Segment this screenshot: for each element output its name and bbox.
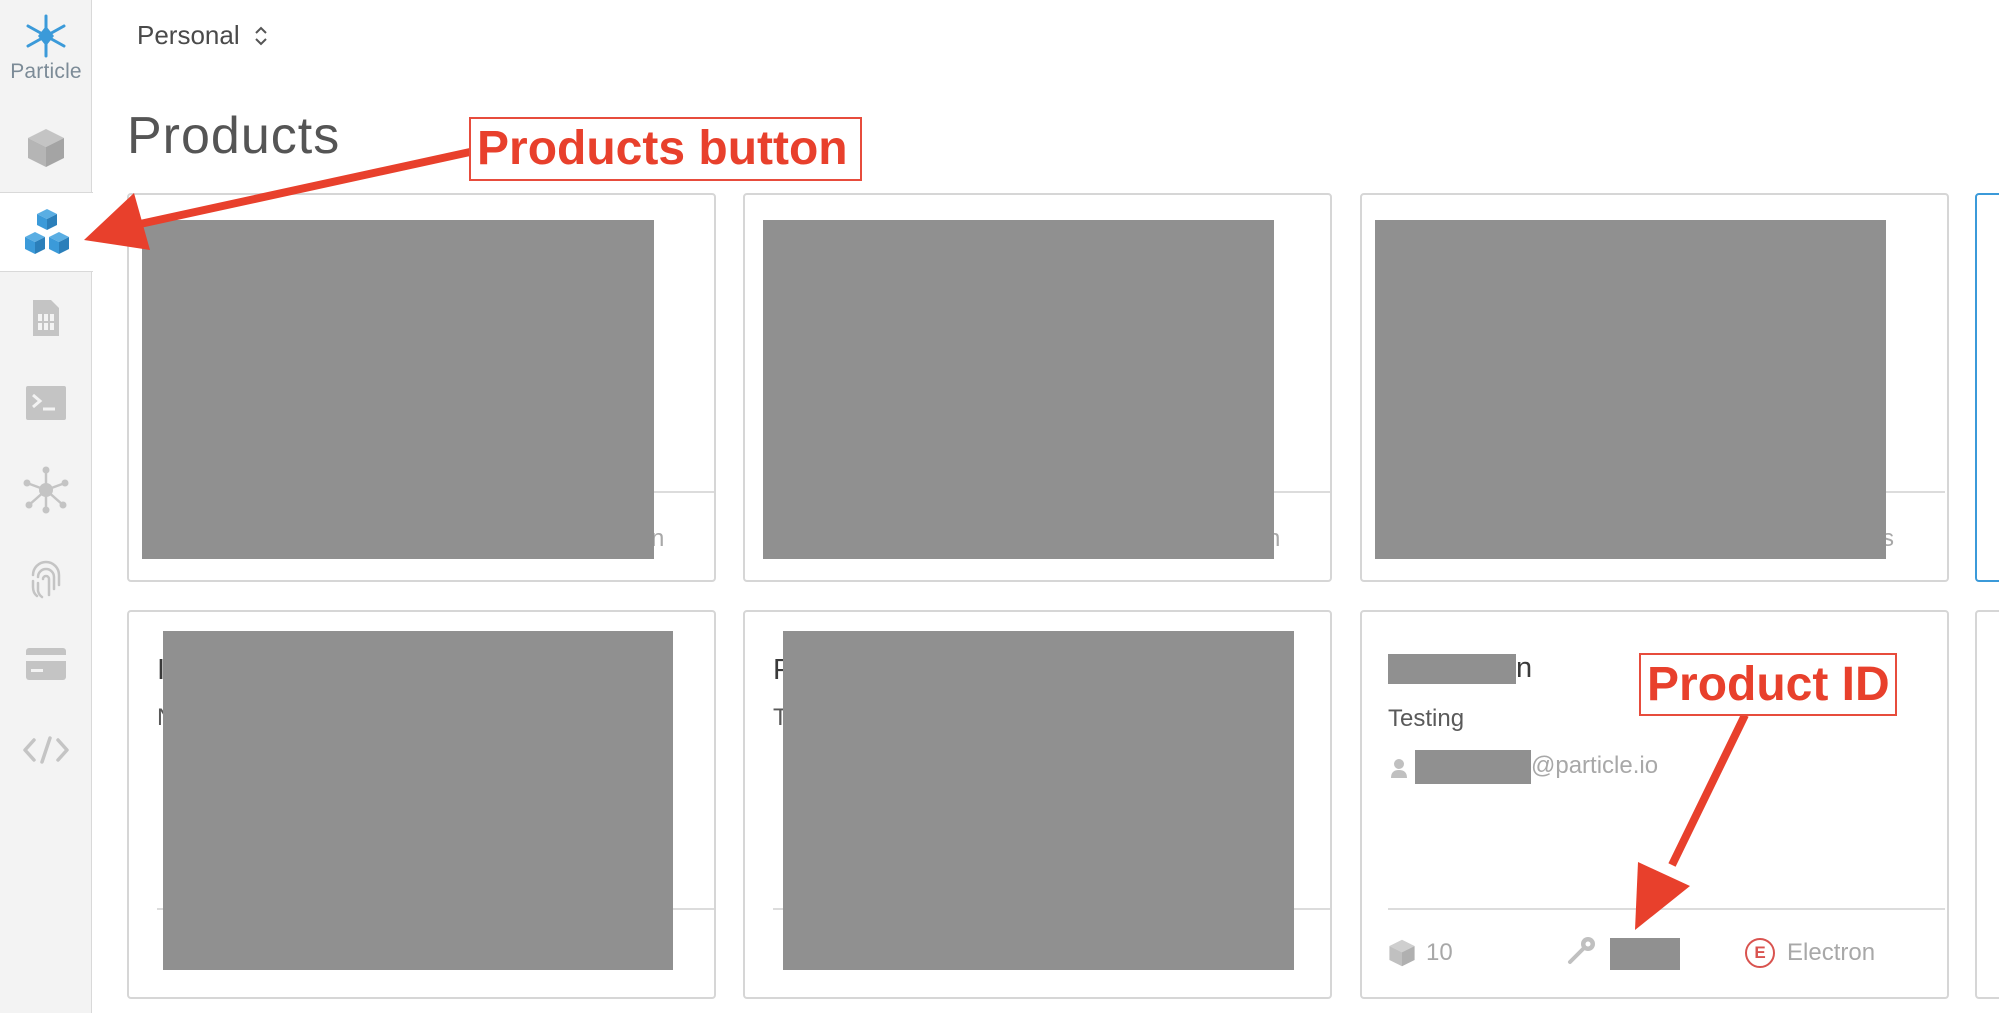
redaction-block <box>783 631 1294 970</box>
cube-icon <box>1389 939 1415 967</box>
redaction-block <box>163 631 673 970</box>
sidebar-item-console[interactable] <box>0 363 92 443</box>
redaction-block <box>1415 750 1531 784</box>
card-platform: E Electron <box>1745 938 1875 968</box>
redaction-block <box>1610 938 1680 970</box>
sidebar-item-sim-cards[interactable] <box>0 278 92 358</box>
sim-card-icon <box>33 300 59 336</box>
electron-badge-icon: E <box>1745 938 1775 968</box>
particle-star-icon <box>26 14 66 58</box>
platform-label: Electron <box>1787 939 1876 966</box>
sidebar-item-developer[interactable] <box>0 710 92 790</box>
terminal-icon <box>26 386 66 420</box>
product-id-callout: Product ID <box>1639 653 1897 716</box>
redaction-block <box>763 220 1274 559</box>
device-count-value: 10 <box>1426 939 1453 966</box>
org-switcher[interactable]: Personal <box>137 20 268 51</box>
sidebar-item-devices[interactable] <box>0 108 92 188</box>
org-switcher-label: Personal <box>137 20 240 50</box>
network-icon <box>23 466 69 514</box>
cube-icon <box>28 129 64 167</box>
particle-logo[interactable]: Particle <box>0 14 92 84</box>
code-icon <box>23 736 69 764</box>
chevron-up-down-icon <box>254 26 267 45</box>
credit-card-icon <box>26 648 66 680</box>
product-card[interactable] <box>1975 610 1999 999</box>
key-icon <box>1568 937 1595 964</box>
card-product-id <box>1566 934 1598 966</box>
cubes-icon <box>24 209 69 254</box>
products-button-callout: Products button <box>469 117 862 181</box>
user-icon <box>1390 758 1408 783</box>
redaction-block <box>142 220 654 559</box>
new-product-card[interactable] <box>1975 193 1999 582</box>
sidebar-item-authentication[interactable] <box>0 538 92 618</box>
sidebar-item-products[interactable] <box>0 192 93 272</box>
fingerprint-icon <box>31 560 61 599</box>
brand-name: Particle <box>10 60 82 83</box>
card-owner-email-suffix: @particle.io <box>1531 752 1659 779</box>
card-device-count: 10 <box>1388 938 1453 968</box>
card-divider <box>1388 908 1945 910</box>
sidebar-item-billing[interactable] <box>0 624 92 704</box>
redaction-block <box>1388 654 1516 684</box>
page-title: Products <box>127 107 341 165</box>
card-name-suffix: n <box>1516 652 1533 684</box>
sidebar-item-integrations[interactable] <box>0 450 92 530</box>
sidebar: Particle <box>0 0 93 1013</box>
card-type: Testing <box>1388 705 1465 732</box>
redaction-block <box>1375 220 1886 559</box>
